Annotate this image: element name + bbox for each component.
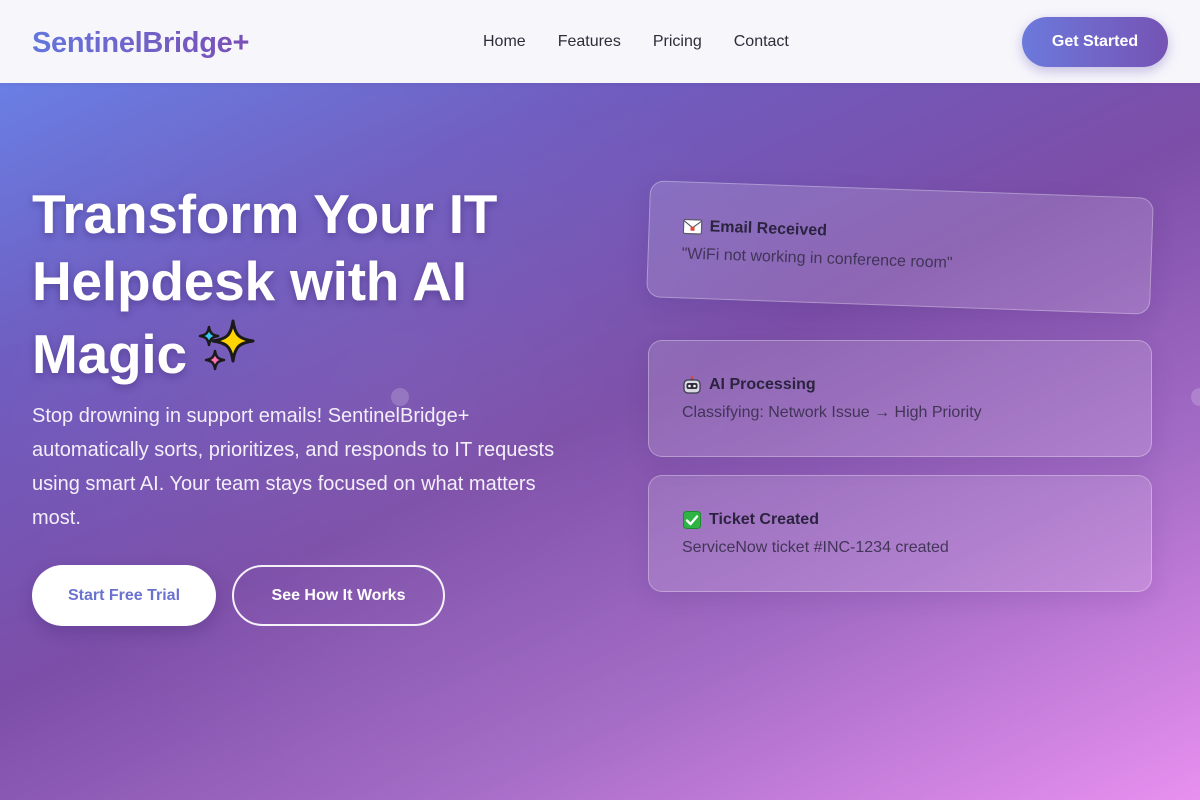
card-title: Email Received (709, 218, 828, 240)
card-title-row: AI Processing (682, 376, 816, 394)
start-free-trial-button[interactable]: Start Free Trial (32, 565, 216, 626)
workflow-card-email: Email Received "WiFi not working in conf… (646, 180, 1154, 315)
robot-icon (682, 376, 702, 394)
top-navbar: SentinelBridge+ Home Features Pricing Co… (0, 0, 1200, 83)
nav-link-home[interactable]: Home (483, 31, 526, 53)
see-how-it-works-button[interactable]: See How It Works (232, 565, 445, 626)
card-title-row: Ticket Created (682, 511, 819, 529)
workflow-card-ai: AI Processing Classifying: Network Issue… (648, 340, 1152, 457)
card-title-row: Email Received (682, 217, 827, 240)
card-title: Ticket Created (709, 511, 819, 528)
brand-logo[interactable]: SentinelBridge+ (32, 24, 249, 62)
hero-subtext: Stop drowning in support emails! Sentine… (32, 405, 555, 529)
nav-link-features[interactable]: Features (558, 31, 621, 53)
envelope-icon (682, 217, 703, 236)
get-started-button[interactable]: Get Started (1022, 17, 1168, 67)
hero-section: Transform Your IT Helpdesk with AI Magic… (0, 83, 1200, 800)
card-body: ServiceNow ticket #INC-1234 created (682, 539, 949, 556)
nav-link-pricing[interactable]: Pricing (653, 31, 702, 53)
workflow-card-ticket: Ticket Created ServiceNow ticket #INC-12… (648, 475, 1152, 592)
card-body: "WiFi not working in conference room" (681, 245, 953, 272)
check-box-icon (682, 511, 702, 529)
sparkles-icon (195, 315, 259, 394)
nav-link-contact[interactable]: Contact (734, 31, 789, 53)
hero-headline: Transform Your IT Helpdesk with AI Magic (32, 181, 592, 394)
card-title: AI Processing (709, 376, 816, 393)
hero-headline-text: Transform Your IT Helpdesk with AI Magic (32, 183, 498, 385)
card-body: Classifying: Network Issue → High Priori… (682, 404, 982, 421)
main-nav: Home Features Pricing Contact (483, 31, 789, 53)
